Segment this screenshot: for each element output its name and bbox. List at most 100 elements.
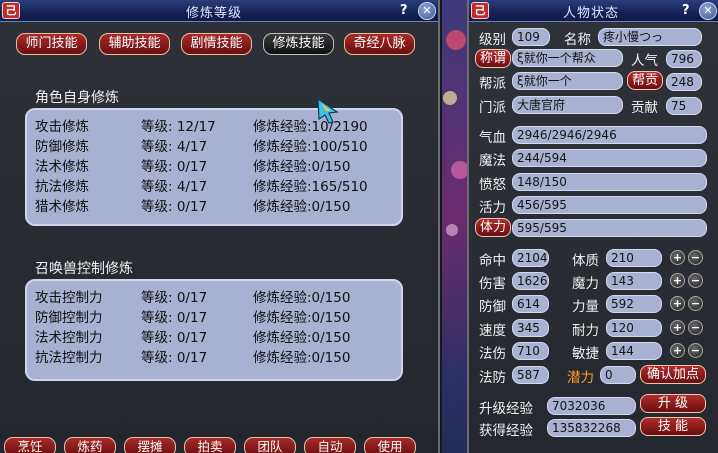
skills-button[interactable]: 技 能 [640, 417, 706, 436]
cultivation-row[interactable]: 抗法修炼 等级: 4/17 修炼经验:165/510 [35, 175, 395, 195]
confirm-points-button[interactable]: 确认加点 [640, 365, 706, 384]
contribution-label: 贡献 [631, 100, 658, 116]
minus-icon[interactable]: − [688, 343, 703, 358]
cultivation-name: 防御修炼 [35, 139, 89, 155]
cultivation-window: 己 修炼等级 ? ✕ 师门技能 辅助技能 剧情技能 修炼技能 奇经八脉 角色自身… [0, 0, 440, 453]
stat-value: 2104 [512, 249, 549, 267]
minus-icon[interactable]: − [688, 296, 703, 311]
status-titlebar[interactable]: 己 人物状态 ? ✕ [469, 0, 718, 22]
school-value: 大唐官府 [512, 96, 623, 114]
tab-assist-skills[interactable]: 辅助技能 [99, 33, 170, 55]
upgrade-exp-value: 7032036 [547, 397, 636, 415]
tab-meridians[interactable]: 奇经八脉 [344, 33, 415, 55]
cultivation-exp: 修炼经验:165/510 [253, 179, 368, 195]
cultivation-row[interactable]: 抗法控制力 等级: 0/17 修炼经验:0/150 [35, 346, 395, 366]
stall-button[interactable]: 摆摊 [124, 437, 176, 453]
cultivation-level: 等级: 0/17 [141, 310, 208, 326]
title-button[interactable]: 称谓 [475, 49, 511, 68]
contribution-value: 75 [666, 97, 702, 115]
magic-defense-value: 587 [512, 366, 549, 384]
guild-contribution-button[interactable]: 帮贡 [627, 71, 663, 90]
cultivation-level: 等级: 0/17 [141, 159, 208, 175]
cultivation-name: 法术控制力 [35, 330, 103, 346]
plus-icon[interactable]: + [670, 250, 685, 265]
cultivation-level: 等级: 4/17 [141, 179, 208, 195]
attribute-label: 力量 [572, 299, 599, 315]
rage-label: 愤怒 [479, 177, 506, 193]
self-cultivation-panel: 攻击修炼 等级: 12/17 修炼经验:10/2190 防御修炼 等级: 4/1… [25, 108, 403, 226]
stat-value: 345 [512, 319, 549, 337]
cultivation-row[interactable]: 防御控制力 等级: 0/17 修炼经验:0/150 [35, 306, 395, 326]
stat-value: 614 [512, 295, 549, 313]
attribute-label: 体质 [572, 253, 599, 269]
attribute-value: 592 [606, 295, 662, 313]
mp-value: 244/594 [512, 149, 707, 167]
level-value: 109 [512, 28, 550, 46]
stat-label: 法伤 [479, 346, 506, 362]
team-button[interactable]: 团队 [244, 437, 296, 453]
auto-button[interactable]: 自动 [304, 437, 356, 453]
minus-icon[interactable]: − [688, 320, 703, 335]
plus-icon[interactable]: + [670, 320, 685, 335]
mouse-cursor-icon [317, 98, 339, 124]
guild-contribution-value: 248 [666, 73, 702, 91]
window-title: 人物状态 [563, 6, 620, 21]
name-value: 疼小慢つっ [598, 28, 702, 46]
cultivation-exp: 修炼经验:0/150 [253, 199, 351, 215]
cultivation-name: 法术修炼 [35, 159, 89, 175]
level-label: 级别 [479, 32, 506, 48]
close-icon[interactable]: ✕ [418, 2, 436, 20]
potential-value: 0 [600, 366, 636, 384]
hp-label: 气血 [479, 130, 506, 146]
plus-icon[interactable]: + [670, 343, 685, 358]
use-button[interactable]: 使用 [364, 437, 416, 453]
potential-label: 潜力 [567, 370, 594, 386]
tab-school-skills[interactable]: 师门技能 [16, 33, 87, 55]
attribute-label: 敏捷 [572, 346, 599, 362]
tab-cultivation-skills[interactable]: 修炼技能 [263, 33, 334, 55]
vitality-value: 456/595 [512, 196, 707, 214]
cooking-button[interactable]: 烹饪 [4, 437, 56, 453]
cultivation-name: 防御控制力 [35, 310, 103, 326]
gained-exp-label: 获得经验 [479, 423, 533, 439]
stat-value: 710 [512, 342, 549, 360]
hp-value: 2946/2946/2946 [512, 126, 707, 144]
tab-plot-skills[interactable]: 剧情技能 [181, 33, 252, 55]
cultivation-exp: 修炼经验:0/150 [253, 350, 351, 366]
help-icon[interactable]: ? [682, 3, 690, 18]
help-icon[interactable]: ? [400, 3, 408, 18]
cultivation-row[interactable]: 攻击控制力 等级: 0/17 修炼经验:0/150 [35, 286, 395, 306]
cultivation-row[interactable]: 攻击修炼 等级: 12/17 修炼经验:10/2190 [35, 115, 395, 135]
cultivation-level: 等级: 0/17 [141, 290, 208, 306]
character-status-window: 己 人物状态 ? ✕ 级别 109 名称 疼小慢つっ 称谓 ξ就你一个帮众 人气… [467, 0, 718, 453]
attribute-label: 耐力 [572, 323, 599, 339]
pet-cultivation-panel: 攻击控制力 等级: 0/17 修炼经验:0/150 防御控制力 等级: 0/17… [25, 279, 403, 381]
cultivation-level: 等级: 12/17 [141, 119, 216, 135]
close-icon[interactable]: ✕ [699, 2, 717, 20]
cultivation-level: 等级: 0/17 [141, 199, 208, 215]
window-badge-icon: 己 [2, 2, 20, 19]
cultivation-row[interactable]: 猎术修炼 等级: 0/17 修炼经验:0/150 [35, 195, 395, 215]
vitality-label: 活力 [479, 200, 506, 216]
plus-icon[interactable]: + [670, 296, 685, 311]
cultivation-row[interactable]: 法术修炼 等级: 0/17 修炼经验:0/150 [35, 155, 395, 175]
alchemy-button[interactable]: 炼药 [64, 437, 116, 453]
magic-defense-label: 法防 [479, 370, 506, 386]
cultivation-exp: 修炼经验:0/150 [253, 290, 351, 306]
plus-icon[interactable]: + [670, 273, 685, 288]
stamina-button[interactable]: 体力 [475, 218, 511, 237]
cultivation-row[interactable]: 防御修炼 等级: 4/17 修炼经验:100/510 [35, 135, 395, 155]
minus-icon[interactable]: − [688, 273, 703, 288]
minus-icon[interactable]: − [688, 250, 703, 265]
stat-value: 1626 [512, 272, 549, 290]
auction-button[interactable]: 拍卖 [184, 437, 236, 453]
cultivation-titlebar[interactable]: 己 修炼等级 ? ✕ [0, 0, 438, 22]
stat-label: 防御 [479, 299, 506, 315]
cultivation-level: 等级: 4/17 [141, 139, 208, 155]
attribute-value: 144 [606, 342, 662, 360]
stat-label: 命中 [479, 253, 506, 269]
cultivation-row[interactable]: 法术控制力 等级: 0/17 修炼经验:0/150 [35, 326, 395, 346]
gained-exp-value: 135832268 [547, 419, 636, 437]
level-up-button[interactable]: 升 级 [640, 394, 706, 413]
stat-label: 伤害 [479, 276, 506, 292]
